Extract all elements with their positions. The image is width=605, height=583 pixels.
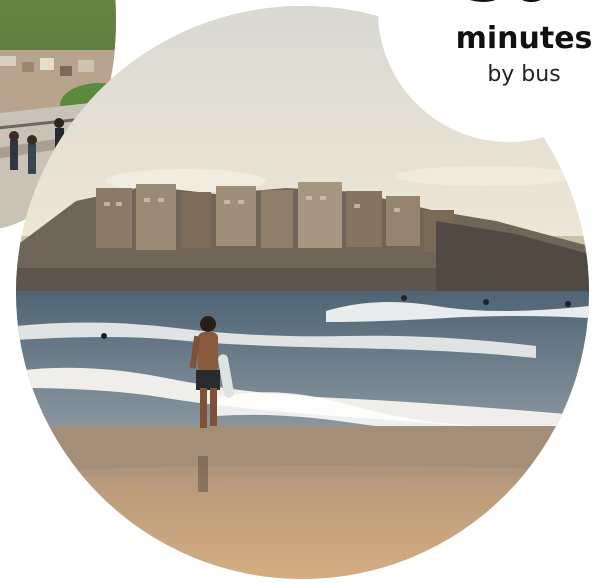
minutes-count: 30 [378,0,605,12]
transport-mode-label: by bus [487,62,561,87]
travel-time-card: 30 minutes by bus [0,0,605,583]
minutes-label: minutes [455,21,593,56]
